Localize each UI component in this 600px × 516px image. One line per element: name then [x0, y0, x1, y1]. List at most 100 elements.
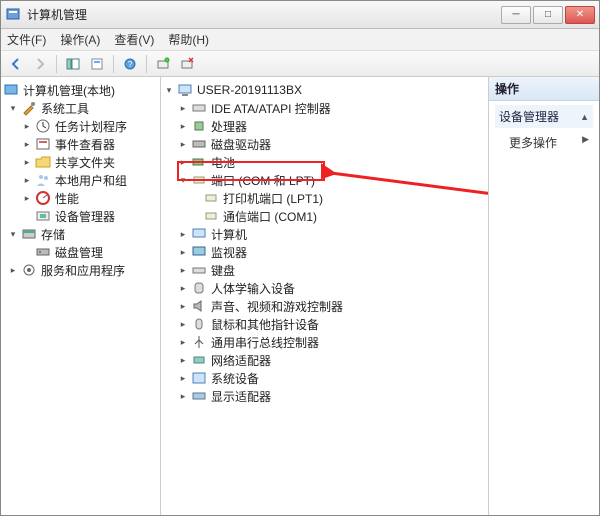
- actions-pane: 操作 设备管理器 ▲ 更多操作 ▶: [489, 77, 599, 515]
- expand-icon[interactable]: ▸: [177, 318, 189, 330]
- device-item-ports[interactable]: ▾端口 (COM 和 LPT): [163, 171, 486, 189]
- tree-label: 本地用户和组: [55, 172, 127, 189]
- expand-icon[interactable]: ▾: [7, 102, 19, 114]
- maximize-button[interactable]: □: [533, 6, 563, 24]
- tree-label: 鼠标和其他指针设备: [211, 316, 319, 333]
- uninstall-button[interactable]: [176, 53, 198, 75]
- expand-icon[interactable]: ▸: [21, 156, 33, 168]
- toolbar-separator: [146, 55, 147, 73]
- users-icon: [35, 172, 51, 188]
- actions-item-more[interactable]: 更多操作 ▶: [495, 132, 593, 153]
- expand-icon[interactable]: ▸: [21, 138, 33, 150]
- clock-icon: [35, 118, 51, 134]
- tree-label: 监视器: [211, 244, 247, 261]
- tree-label: 通信端口 (COM1): [223, 208, 317, 225]
- tree-item-event-viewer[interactable]: ▸事件查看器: [3, 135, 158, 153]
- device-item-hid[interactable]: ▸人体学输入设备: [163, 279, 486, 297]
- minimize-button[interactable]: ─: [501, 6, 531, 24]
- expand-icon[interactable]: ▸: [177, 246, 189, 258]
- menu-help[interactable]: 帮助(H): [168, 31, 209, 48]
- expand-icon[interactable]: ▾: [177, 174, 189, 186]
- tree-label: 任务计划程序: [55, 118, 127, 135]
- menu-view[interactable]: 查看(V): [114, 31, 154, 48]
- window-controls: ─ □ ✕: [501, 6, 595, 24]
- tree-label: 共享文件夹: [55, 154, 115, 171]
- svg-text:?: ?: [128, 60, 133, 69]
- device-tree[interactable]: ▾USER-20191113BX ▸IDE ATA/ATAPI 控制器 ▸ 处理器…: [161, 77, 488, 409]
- tree-item-system-tools[interactable]: ▾ 系统工具: [3, 99, 158, 117]
- device-item-mouse[interactable]: ▸ 鼠标和其他指针设备: [163, 315, 486, 333]
- tree-label: 服务和应用程序: [41, 262, 125, 279]
- expand-icon[interactable]: ▸: [21, 174, 33, 186]
- expand-icon[interactable]: ▸: [177, 264, 189, 276]
- port-icon: [203, 190, 219, 206]
- window-title: 计算机管理: [27, 6, 501, 23]
- battery-icon: [191, 154, 207, 170]
- tree-item-device-manager[interactable]: 设备管理器: [3, 207, 158, 225]
- navigation-pane: 计算机管理(本地) ▾ 系统工具 ▸ 任务计划程序 ▸事件查看器 ▸ 共享文件夹 ▸…: [1, 77, 161, 515]
- cpu-icon: [191, 118, 207, 134]
- menu-action[interactable]: 操作(A): [60, 31, 100, 48]
- expand-icon[interactable]: ▾: [163, 84, 175, 96]
- device-item-cpu[interactable]: ▸ 处理器: [163, 117, 486, 135]
- device-item-keyboard[interactable]: ▸ 键盘: [163, 261, 486, 279]
- expand-icon[interactable]: ▸: [177, 120, 189, 132]
- expand-icon[interactable]: ▸: [177, 228, 189, 240]
- device-item-disk-drives[interactable]: ▸磁盘驱动器: [163, 135, 486, 153]
- expand-icon[interactable]: ▸: [21, 192, 33, 204]
- device-item-com1[interactable]: 通信端口 (COM1): [163, 207, 486, 225]
- audio-icon: [191, 298, 207, 314]
- tree-item-storage[interactable]: ▾存储: [3, 225, 158, 243]
- expand-icon[interactable]: ▸: [7, 264, 19, 276]
- close-button[interactable]: ✕: [565, 6, 595, 24]
- show-hide-tree-button[interactable]: [62, 53, 84, 75]
- tree-root[interactable]: 计算机管理(本地): [3, 81, 158, 99]
- device-item-battery[interactable]: ▸电池: [163, 153, 486, 171]
- performance-icon: [35, 190, 51, 206]
- tree-label: 通用串行总线控制器: [211, 334, 319, 351]
- tree-item-task-scheduler[interactable]: ▸ 任务计划程序: [3, 117, 158, 135]
- device-item-network[interactable]: ▸网络适配器: [163, 351, 486, 369]
- back-button[interactable]: [5, 53, 27, 75]
- mouse-icon: [191, 316, 207, 332]
- tree-label: 键盘: [211, 262, 235, 279]
- network-icon: [191, 352, 207, 368]
- expand-icon[interactable]: ▾: [7, 228, 19, 240]
- expand-icon[interactable]: ▸: [177, 336, 189, 348]
- system-device-icon: [191, 370, 207, 386]
- menu-file[interactable]: 文件(F): [7, 31, 46, 48]
- forward-button[interactable]: [29, 53, 51, 75]
- properties-button[interactable]: [86, 53, 108, 75]
- device-item-display[interactable]: ▸显示适配器: [163, 387, 486, 405]
- expand-icon[interactable]: ▸: [177, 138, 189, 150]
- tree-item-services[interactable]: ▸ 服务和应用程序: [3, 261, 158, 279]
- expand-icon[interactable]: ▸: [177, 102, 189, 114]
- navigation-tree[interactable]: 计算机管理(本地) ▾ 系统工具 ▸ 任务计划程序 ▸事件查看器 ▸ 共享文件夹 ▸…: [1, 77, 160, 283]
- tree-item-local-users[interactable]: ▸ 本地用户和组: [3, 171, 158, 189]
- expand-icon[interactable]: ▸: [177, 354, 189, 366]
- scan-hardware-button[interactable]: [152, 53, 174, 75]
- device-manager-icon: [35, 208, 51, 224]
- expand-icon[interactable]: ▸: [177, 390, 189, 402]
- device-item-computer[interactable]: ▸计算机: [163, 225, 486, 243]
- actions-group-title[interactable]: 设备管理器 ▲: [495, 105, 593, 128]
- device-root[interactable]: ▾USER-20191113BX: [163, 81, 486, 99]
- device-item-system[interactable]: ▸系统设备: [163, 369, 486, 387]
- tree-item-disk-management[interactable]: 磁盘管理: [3, 243, 158, 261]
- tree-item-shared-folders[interactable]: ▸ 共享文件夹: [3, 153, 158, 171]
- expand-icon[interactable]: ▸: [21, 120, 33, 132]
- device-item-monitor[interactable]: ▸ 监视器: [163, 243, 486, 261]
- expand-icon[interactable]: ▸: [177, 156, 189, 168]
- tree-label: 处理器: [211, 118, 247, 135]
- expand-icon[interactable]: ▸: [177, 300, 189, 312]
- expand-icon[interactable]: ▸: [177, 372, 189, 384]
- device-item-usb[interactable]: ▸ 通用串行总线控制器: [163, 333, 486, 351]
- device-item-ide[interactable]: ▸IDE ATA/ATAPI 控制器: [163, 99, 486, 117]
- device-item-lpt1[interactable]: 打印机端口 (LPT1): [163, 189, 486, 207]
- tree-item-performance[interactable]: ▸性能: [3, 189, 158, 207]
- help-button[interactable]: ?: [119, 53, 141, 75]
- device-item-audio[interactable]: ▸声音、视频和游戏控制器: [163, 297, 486, 315]
- actions-group: 设备管理器 ▲ 更多操作 ▶: [489, 101, 599, 157]
- expand-icon[interactable]: ▸: [177, 282, 189, 294]
- port-icon: [191, 172, 207, 188]
